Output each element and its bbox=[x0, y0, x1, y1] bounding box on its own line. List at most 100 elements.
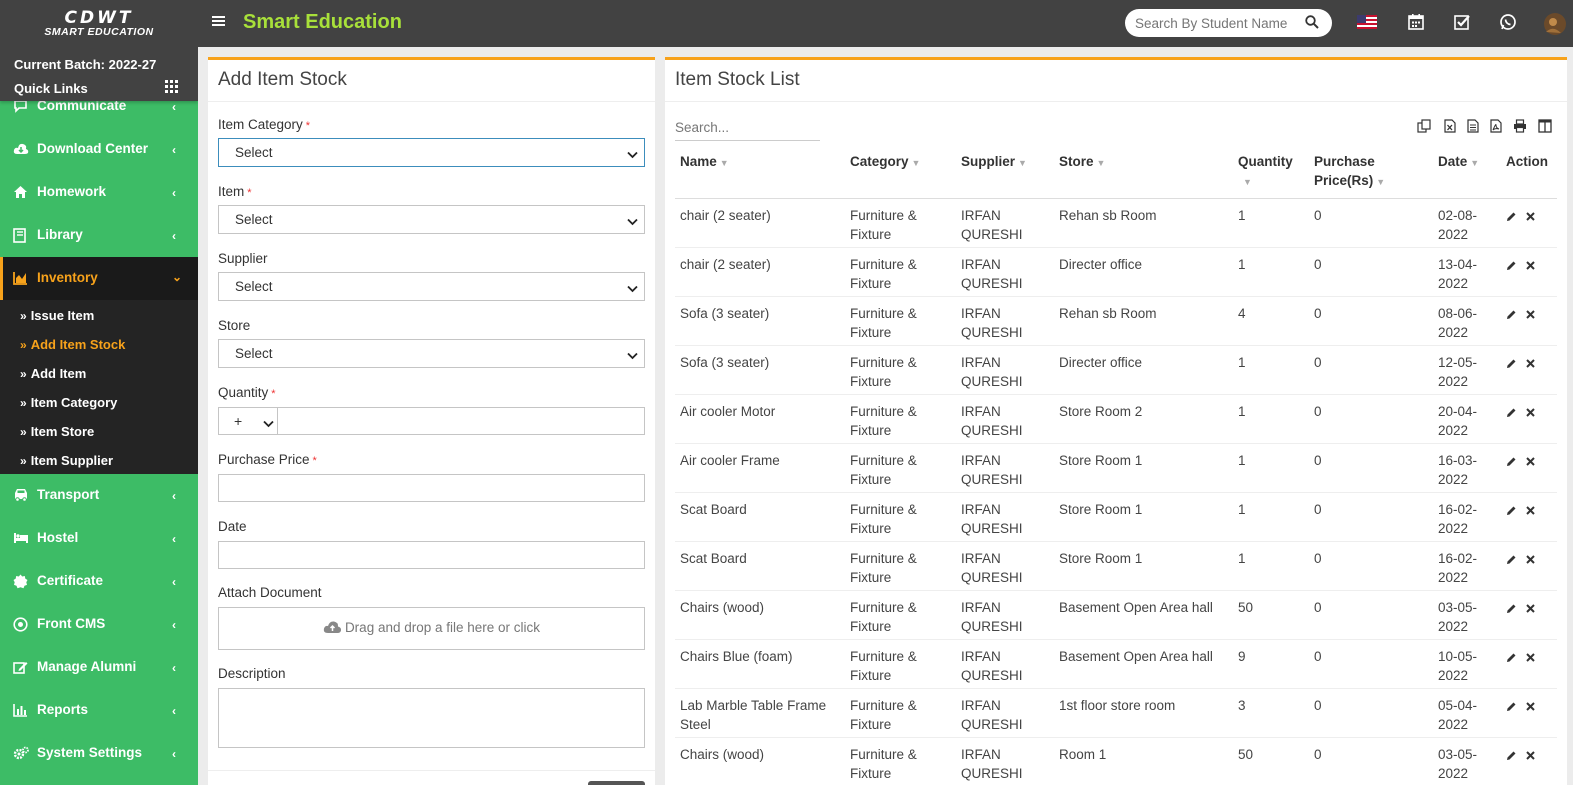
category-cell: Furniture & Fixture bbox=[845, 247, 956, 297]
footer-divider bbox=[208, 770, 655, 771]
column-header-date[interactable]: Date ▼ bbox=[1433, 144, 1501, 199]
submenu-add-item-stock[interactable]: » Add Item Stock bbox=[20, 337, 125, 352]
delete-icon[interactable] bbox=[1526, 698, 1544, 713]
table-search-input[interactable]: Search... bbox=[675, 117, 820, 141]
quantity-cell: 4 bbox=[1233, 296, 1309, 346]
column-header-purchase-price[interactable]: Purchase Price(Rs) ▼ bbox=[1309, 144, 1433, 199]
sidebar-item-library[interactable]: Library ‹ bbox=[0, 214, 198, 257]
edit-icon[interactable] bbox=[1506, 257, 1526, 272]
attach-document-label: Attach Document bbox=[218, 585, 322, 600]
submenu-issue-item[interactable]: » Issue Item bbox=[20, 308, 94, 323]
edit-icon[interactable] bbox=[1506, 208, 1526, 223]
column-header-name[interactable]: Name ▼ bbox=[675, 144, 845, 199]
sidebar-item-homework[interactable]: Homework ‹ bbox=[0, 171, 198, 214]
csv-icon[interactable] bbox=[1466, 119, 1480, 133]
sidebar-item-system-settings[interactable]: System Settings ‹ bbox=[0, 732, 198, 775]
edit-icon[interactable] bbox=[1506, 453, 1526, 468]
edit-icon[interactable] bbox=[1506, 649, 1526, 664]
edit-icon[interactable] bbox=[1506, 747, 1526, 762]
student-search-input[interactable] bbox=[1135, 13, 1295, 33]
item-name-cell: chair (2 seater) bbox=[675, 198, 845, 248]
column-label: Action bbox=[1506, 154, 1548, 169]
sidebar-item-hostel[interactable]: Hostel ‹ bbox=[0, 517, 198, 560]
supplier-select[interactable]: Select bbox=[218, 272, 645, 301]
pdf-icon[interactable] bbox=[1489, 119, 1503, 133]
delete-icon[interactable] bbox=[1526, 453, 1544, 468]
description-textarea[interactable] bbox=[218, 688, 645, 748]
menu-icon[interactable] bbox=[212, 14, 226, 32]
date-input[interactable] bbox=[218, 541, 645, 569]
sidebar-item-front-cms[interactable]: Front CMS ‹ bbox=[0, 603, 198, 646]
edit-icon[interactable] bbox=[1506, 698, 1526, 713]
item-name-cell: Chairs Blue (foam) bbox=[675, 639, 845, 689]
edit-icon[interactable] bbox=[1506, 551, 1526, 566]
label-text: Item Category bbox=[218, 117, 303, 132]
edit-icon[interactable] bbox=[1506, 355, 1526, 370]
delete-icon[interactable] bbox=[1526, 502, 1544, 517]
delete-icon[interactable] bbox=[1526, 355, 1544, 370]
delete-icon[interactable] bbox=[1526, 306, 1544, 321]
store-cell: Store Room 1 bbox=[1054, 492, 1233, 542]
file-dropzone[interactable]: Drag and drop a file here or click bbox=[218, 607, 645, 650]
double-chevron-icon: » bbox=[20, 309, 27, 323]
purchase-price-cell: 0 bbox=[1309, 737, 1433, 785]
chevron-left-icon: ‹ bbox=[172, 532, 176, 546]
user-avatar[interactable] bbox=[1543, 12, 1566, 35]
home-icon bbox=[13, 185, 28, 200]
quantity-input[interactable] bbox=[279, 408, 644, 434]
sidebar-item-certificate[interactable]: Certificate ‹ bbox=[0, 560, 198, 603]
item-category-select[interactable]: Select bbox=[218, 138, 645, 167]
search-icon[interactable] bbox=[1305, 15, 1319, 32]
quantity-sign-select[interactable]: + bbox=[219, 408, 278, 434]
quantity-field: + bbox=[218, 407, 645, 435]
excel-icon[interactable] bbox=[1443, 119, 1457, 133]
column-header-store[interactable]: Store ▼ bbox=[1054, 144, 1233, 199]
edit-icon[interactable] bbox=[1506, 306, 1526, 321]
item-name-cell: Sofa (3 seater) bbox=[675, 345, 845, 395]
column-header-quantity[interactable]: Quantity ▼ bbox=[1233, 144, 1309, 199]
add-item-stock-panel: Add Item Stock Item Category * Select Ite… bbox=[208, 57, 655, 785]
sidebar-item-inventory[interactable]: Inventory ⌄ bbox=[0, 257, 198, 300]
copy-icon[interactable] bbox=[1417, 119, 1431, 133]
print-icon[interactable] bbox=[1513, 119, 1527, 133]
sidebar-item-download-center[interactable]: Download Center ‹ bbox=[0, 128, 198, 171]
grid-icon[interactable] bbox=[165, 80, 178, 96]
submenu-item-category[interactable]: » Item Category bbox=[20, 395, 117, 410]
submenu-item-store[interactable]: » Item Store bbox=[20, 424, 94, 439]
submenu-add-item[interactable]: » Add Item bbox=[20, 366, 86, 381]
column-header-category[interactable]: Category ▼ bbox=[845, 144, 956, 199]
save-button[interactable] bbox=[588, 781, 645, 785]
bar-chart-icon bbox=[13, 703, 28, 718]
action-cell bbox=[1501, 296, 1557, 346]
item-select[interactable]: Select bbox=[218, 205, 645, 234]
delete-icon[interactable] bbox=[1526, 551, 1544, 566]
category-cell: Furniture & Fixture bbox=[845, 737, 956, 785]
us-flag-icon[interactable] bbox=[1357, 13, 1377, 33]
delete-icon[interactable] bbox=[1526, 649, 1544, 664]
column-header-supplier[interactable]: Supplier ▼ bbox=[956, 144, 1054, 199]
quantity-cell: 50 bbox=[1233, 590, 1309, 640]
sidebar-item-reports[interactable]: Reports ‹ bbox=[0, 689, 198, 732]
store-select[interactable]: Select bbox=[218, 339, 645, 368]
submenu-item-supplier[interactable]: » Item Supplier bbox=[20, 453, 113, 468]
purchase-price-cell: 0 bbox=[1309, 247, 1433, 297]
sidebar-item-transport[interactable]: Transport ‹ bbox=[0, 474, 198, 517]
edit-icon[interactable] bbox=[1506, 404, 1526, 419]
sidebar-item-manage-alumni[interactable]: Manage Alumni ‹ bbox=[0, 646, 198, 689]
purchase-price-input[interactable] bbox=[218, 474, 645, 502]
delete-icon[interactable] bbox=[1526, 404, 1544, 419]
quick-links-label[interactable]: Quick Links bbox=[14, 81, 88, 96]
store-cell: Basement Open Area hall bbox=[1054, 639, 1233, 689]
edit-icon[interactable] bbox=[1506, 502, 1526, 517]
delete-icon[interactable] bbox=[1526, 600, 1544, 615]
delete-icon[interactable] bbox=[1526, 747, 1544, 762]
delete-icon[interactable] bbox=[1526, 208, 1544, 223]
logo[interactable]: CDWT SMART EDUCATION bbox=[0, 0, 198, 47]
delete-icon[interactable] bbox=[1526, 257, 1544, 272]
whatsapp-icon[interactable] bbox=[1499, 13, 1519, 33]
sidebar-item-label: Transport bbox=[37, 487, 100, 502]
checkbox-icon[interactable] bbox=[1453, 13, 1473, 33]
columns-icon[interactable] bbox=[1538, 119, 1552, 133]
edit-icon[interactable] bbox=[1506, 600, 1526, 615]
calendar-icon[interactable] bbox=[1407, 13, 1427, 33]
